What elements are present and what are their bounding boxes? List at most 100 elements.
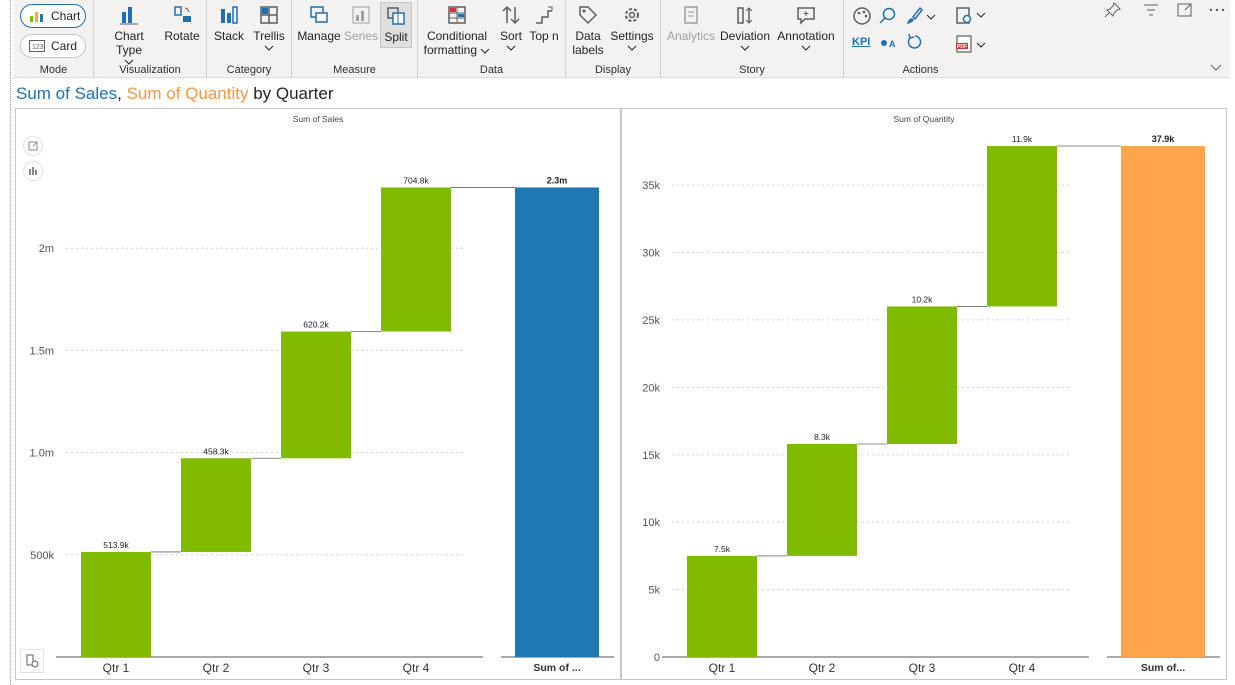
series-button[interactable]: Series xyxy=(344,4,378,43)
total-bar xyxy=(515,187,599,657)
top-n-button[interactable]: Top n xyxy=(526,4,562,43)
x-tick-label-total: Sum of... xyxy=(1141,662,1185,674)
waterfall-bar xyxy=(381,187,451,332)
chevron-down-icon[interactable] xyxy=(926,14,936,20)
split-button[interactable]: Split xyxy=(380,2,412,48)
analytics-button[interactable]: Analytics xyxy=(665,4,717,43)
pin-icon[interactable] xyxy=(1104,2,1122,18)
stack-button[interactable]: Stack xyxy=(211,4,247,43)
bar-chart-icon xyxy=(29,167,37,175)
group-label-data: Data xyxy=(479,64,504,76)
chart-title: Sum of Sales xyxy=(293,114,344,124)
mode-chart-button[interactable]: Chart xyxy=(20,4,86,28)
waterfall-bar xyxy=(987,146,1057,307)
mode-chart-label: Chart xyxy=(51,9,81,23)
chevron-down-icon xyxy=(264,45,274,51)
card-icon: 123 xyxy=(29,40,45,52)
data-labels-line1: Data xyxy=(575,29,601,43)
tag-icon xyxy=(579,6,598,25)
chart-type-label: Chart Type xyxy=(114,29,144,57)
palette-icon[interactable] xyxy=(852,6,872,26)
split-icon xyxy=(387,7,405,25)
stack-label: Stack xyxy=(213,29,244,43)
x-tick-label: Qtr 3 xyxy=(909,661,936,675)
total-data-label: 2.3m xyxy=(547,175,568,185)
annotation-button[interactable]: Annotation xyxy=(773,4,839,51)
y-tick-label: 2m xyxy=(39,243,54,255)
waterfall-bar xyxy=(281,331,351,459)
y-tick-label: 35k xyxy=(642,180,660,192)
chart-type-button[interactable]: Chart Type xyxy=(100,4,158,65)
data-labels-line2: labels xyxy=(572,43,604,57)
chevron-down-icon[interactable] xyxy=(976,12,986,18)
group-label-mode: Mode xyxy=(39,64,68,76)
deviation-label: Deviation xyxy=(719,29,771,43)
export-settings-icon[interactable] xyxy=(954,6,974,26)
manage-label: Manage xyxy=(297,29,341,43)
visual-title: Sum of Sales, Sum of Quantity by Quarter xyxy=(16,84,334,104)
chart-options-button[interactable] xyxy=(23,161,43,181)
ribbon-toolbar: Chart 123 Card Mode Chart Type Rotate Vi… xyxy=(14,0,1230,78)
conditional-formatting-line1: Conditional xyxy=(426,29,488,43)
rotate-button[interactable]: Rotate xyxy=(162,4,202,43)
stack-icon xyxy=(221,6,238,24)
conditional-formatting-button[interactable]: Conditional formatting xyxy=(422,4,492,57)
filter-icon[interactable] xyxy=(1142,2,1160,18)
waterfall-bar xyxy=(81,551,151,657)
top-n-label: Top n xyxy=(529,29,559,43)
pdf-export-icon[interactable]: PDF xyxy=(954,34,974,54)
focus-mode-icon[interactable] xyxy=(1176,2,1194,18)
data-label: 7.5k xyxy=(714,544,731,554)
chart-title: Sum of Quantity xyxy=(894,114,956,124)
settings-corner-button[interactable] xyxy=(20,649,44,673)
chart-type-icon xyxy=(120,7,138,25)
chevron-down-icon[interactable] xyxy=(976,42,986,48)
sort-icon xyxy=(502,5,520,25)
search-icon[interactable] xyxy=(878,6,898,26)
mode-card-button[interactable]: 123 Card xyxy=(20,34,86,58)
settings-button[interactable]: Settings xyxy=(608,4,656,51)
sort-button[interactable]: Sort xyxy=(498,4,524,51)
frame-border xyxy=(10,0,11,685)
waterfall-bar xyxy=(181,458,251,552)
x-tick-label: Qtr 2 xyxy=(809,661,836,675)
chevron-down-icon xyxy=(627,45,637,51)
manage-button[interactable]: Manage xyxy=(296,4,342,43)
y-tick-label: 500k xyxy=(30,550,54,562)
collapse-ribbon-icon[interactable] xyxy=(1210,64,1222,72)
chart-panel-quantity: Sum of Quantity 0 5k 10k 15k 20k 25k 30k 35k 7.5k… xyxy=(621,108,1227,680)
data-labels-button[interactable]: Data labels xyxy=(570,4,606,57)
x-tick-label: Qtr 2 xyxy=(203,661,230,675)
data-label: 458.3k xyxy=(203,446,229,456)
popout-icon xyxy=(28,141,38,151)
popout-button[interactable] xyxy=(23,136,43,156)
chevron-down-icon xyxy=(480,48,490,54)
highlight-icon[interactable]: A xyxy=(880,36,898,50)
y-tick-label: 20k xyxy=(642,382,660,394)
svg-text:PDF: PDF xyxy=(957,44,967,50)
group-label-visualization: Visualization xyxy=(119,64,181,76)
kpi-button[interactable]: KPI xyxy=(852,36,870,48)
trellis-icon xyxy=(260,6,278,24)
y-tick-label: 1.5m xyxy=(30,345,54,357)
group-category: Stack Trellis Category xyxy=(207,0,292,78)
paint-brush-icon[interactable] xyxy=(904,6,924,26)
more-options-icon[interactable] xyxy=(1208,2,1226,18)
conditional-formatting-line2: formatting xyxy=(423,43,477,57)
trellis-button[interactable]: Trellis xyxy=(249,4,289,51)
chevron-down-icon xyxy=(506,45,516,51)
group-label-story: Story xyxy=(739,64,765,76)
chevron-down-icon xyxy=(740,45,750,51)
title-sales: Sum of Sales xyxy=(16,84,118,103)
data-label: 8.3k xyxy=(814,432,831,442)
total-bar xyxy=(1121,146,1205,657)
deviation-button[interactable]: Deviation xyxy=(719,4,771,51)
y-tick-label: 15k xyxy=(642,450,660,462)
reset-icon[interactable] xyxy=(906,33,924,51)
analytics-icon xyxy=(684,6,698,24)
title-by-quarter: by Quarter xyxy=(253,84,334,103)
group-story: Analytics Deviation Annotation Story xyxy=(661,0,844,78)
group-data: Conditional formatting Sort Top n Data xyxy=(418,0,566,78)
waterfall-bar xyxy=(887,306,957,444)
series-icon xyxy=(352,6,370,24)
